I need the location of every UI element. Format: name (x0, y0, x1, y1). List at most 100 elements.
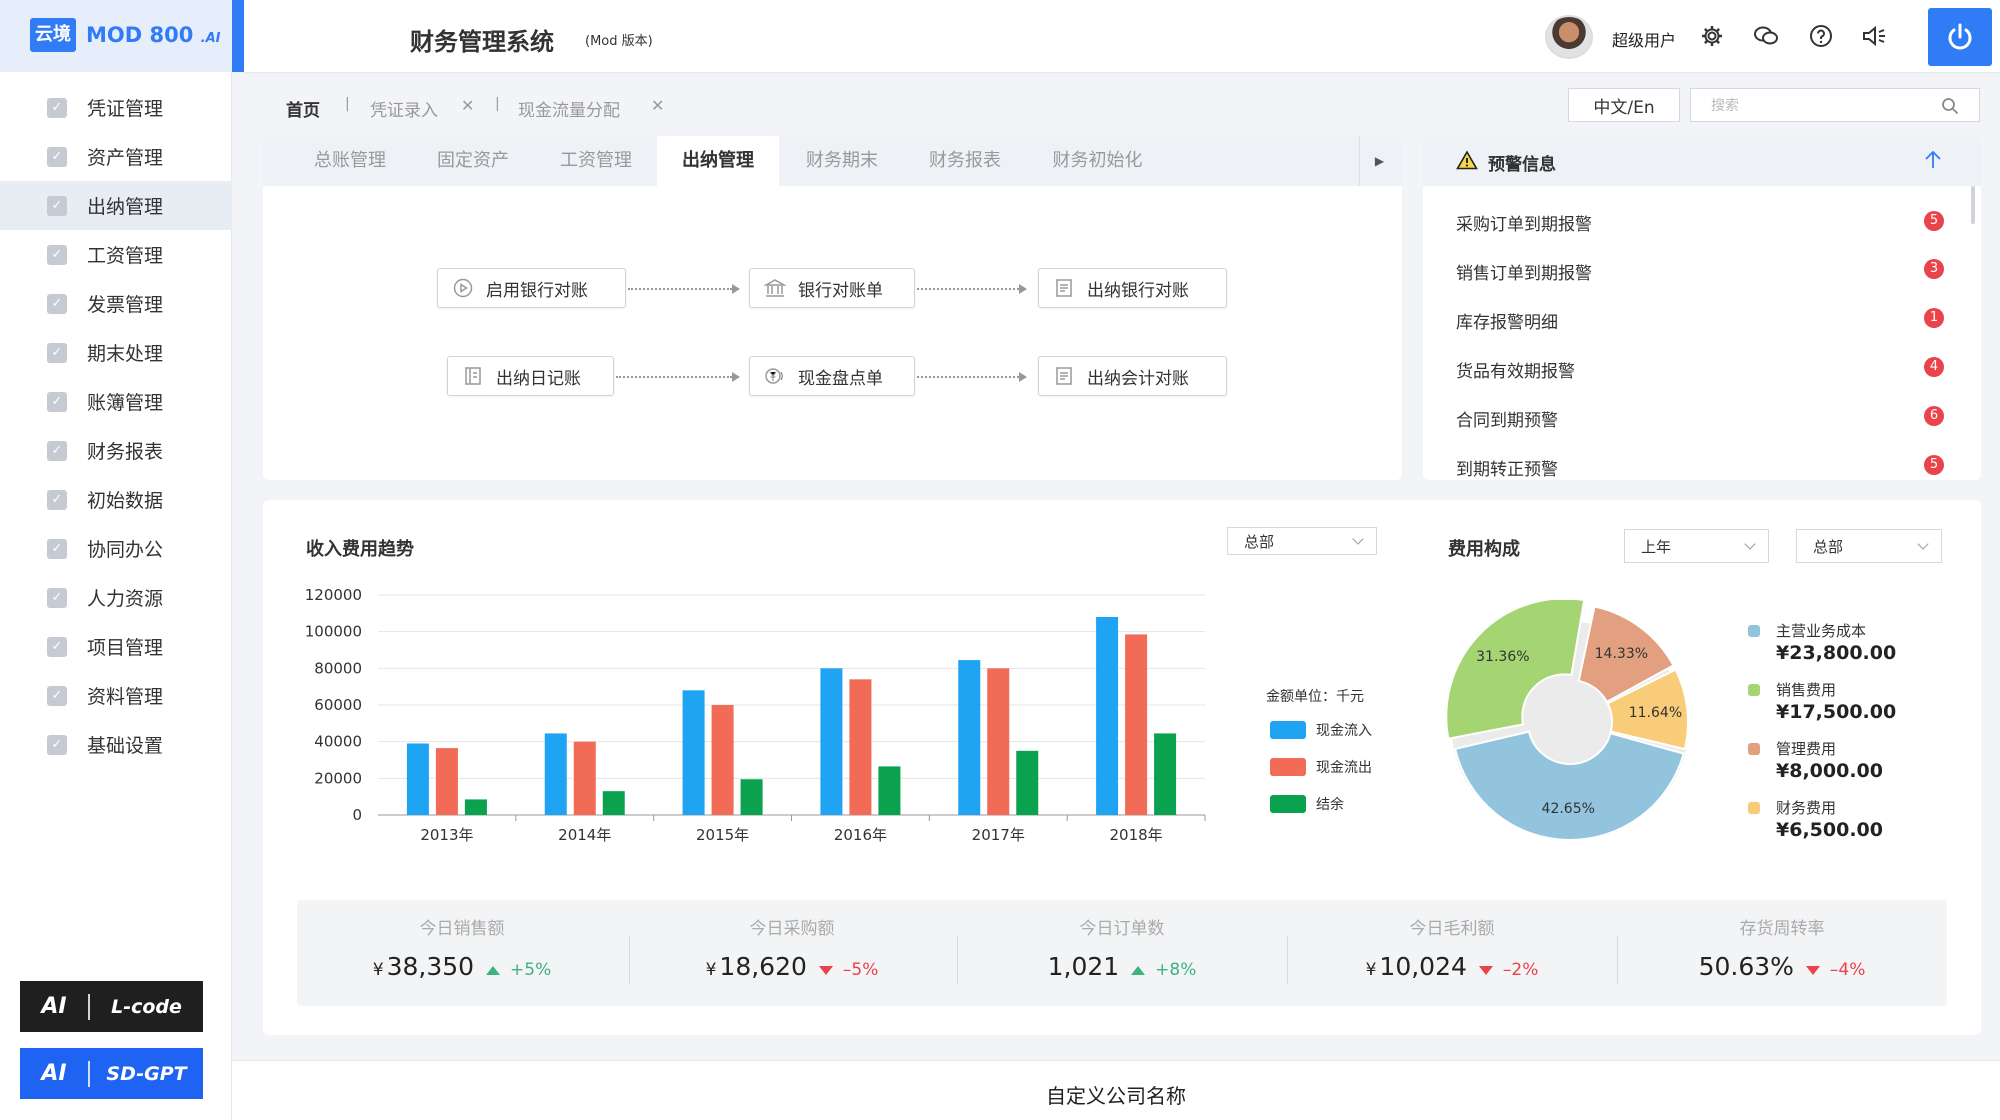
chevron-down-icon (1917, 538, 1929, 550)
flow-cashier-accounting-reconcile[interactable]: 出纳会计对账 (1038, 356, 1227, 396)
breadcrumb-tab-cashflow[interactable]: 现金流量分配 (518, 96, 620, 121)
tab-reports[interactable]: 财务报表 (900, 136, 1030, 186)
gear-icon[interactable] (1696, 20, 1728, 52)
alert-item[interactable]: 库存报警明细 (1456, 308, 1558, 333)
sidebar-item-cashier[interactable]: ✓ 出纳管理 (0, 181, 232, 230)
breadcrumb-tab-voucher[interactable]: 凭证录入 (370, 96, 438, 121)
power-button[interactable] (1928, 8, 1992, 66)
dept-select[interactable]: 总部 (1227, 527, 1377, 555)
legend-swatch (1270, 795, 1306, 813)
bar-inflow (682, 690, 705, 815)
journal-icon (462, 366, 484, 386)
user-name[interactable]: 超级用户 (1612, 27, 1676, 51)
sidebar-item-invoice[interactable]: ✓ 发票管理 (0, 279, 232, 328)
alert-title: 预警信息 (1488, 155, 1556, 175)
sidebar-item-collab[interactable]: ✓ 协同办公 (0, 524, 232, 573)
sidebar-item-hr[interactable]: ✓ 人力资源 (0, 573, 232, 622)
tab-salary[interactable]: 工资管理 (531, 136, 661, 186)
sidebar-item-voucher[interactable]: ✓ 凭证管理 (0, 83, 232, 132)
stat-change-down: –2% (1478, 960, 1539, 980)
logo-name-text: MOD 800 (86, 23, 194, 47)
language-button[interactable]: 中文/En (1568, 88, 1680, 122)
flow-enable-bank-reconcile[interactable]: 启用银行对账 (437, 268, 626, 308)
legend-dot (1748, 802, 1760, 814)
speaker-icon[interactable] (1858, 20, 1890, 52)
breadcrumb-separator: | (345, 96, 350, 112)
alert-item[interactable]: 合同到期预警 (1456, 406, 1558, 431)
sidebar-item-reports[interactable]: ✓ 财务报表 (0, 426, 232, 475)
period-select[interactable]: 上年 (1624, 529, 1769, 563)
flow-cash-count[interactable]: 现金盘点单 (749, 356, 915, 396)
sidebar-item-assets[interactable]: ✓ 资产管理 (0, 132, 232, 181)
tab-general-ledger[interactable]: 总账管理 (285, 136, 415, 186)
arrow-down-icon (1805, 966, 1820, 975)
wechat-icon[interactable] (1750, 20, 1782, 52)
bar-balance (1016, 750, 1039, 815)
app-subtitle: (Mod 版本) (585, 34, 653, 49)
pie-percent-label: 11.64% (1629, 705, 1682, 721)
stat-value: 1,021 (1047, 952, 1120, 981)
legend-swatch (1270, 758, 1306, 776)
pie-legend-value: ¥23,800.00 (1776, 642, 1897, 664)
help-icon[interactable] (1805, 20, 1837, 52)
pie-percent-label: 14.33% (1595, 646, 1648, 662)
flow-cash-journal[interactable]: 出纳日记账 (447, 356, 614, 396)
close-icon[interactable]: ✕ (461, 96, 474, 115)
bar-inflow (544, 733, 567, 815)
alert-item[interactable]: 销售订单到期报警 (1456, 259, 1592, 284)
flow-bank-statement[interactable]: 银行对账单 (749, 268, 915, 308)
alert-item[interactable]: 采购订单到期报警 (1456, 210, 1592, 235)
ai-lcode-button[interactable]: AI L-code (20, 981, 203, 1032)
stat-value: 18,620 (719, 952, 807, 981)
ai-button-name: SD-GPT (106, 1062, 187, 1085)
pie-legend-value: ¥17,500.00 (1776, 701, 1897, 723)
stat-change-up: +5% (486, 960, 551, 980)
tab-scroll-right-icon[interactable]: ▶ (1359, 136, 1399, 186)
sidebar-item-label: 期末处理 (87, 343, 164, 365)
tab-fixed-assets[interactable]: 固定资产 (408, 136, 538, 186)
close-icon[interactable]: ✕ (651, 96, 664, 115)
sidebar-item-period-end[interactable]: ✓ 期末处理 (0, 328, 232, 377)
cost-pie-chart: 42.65% 31.36% 14.33% 11.64% (1445, 600, 1689, 840)
sidebar-item-salary[interactable]: ✓ 工资管理 (0, 230, 232, 279)
x-tick-label: 2018年 (1109, 826, 1162, 844)
sidebar-item-ledger[interactable]: ✓ 账簿管理 (0, 377, 232, 426)
checkbox-icon: ✓ (47, 342, 67, 363)
flow-label: 启用银行对账 (486, 280, 588, 301)
sidebar-item-projects[interactable]: ✓ 项目管理 (0, 622, 232, 671)
sidebar-item-documents[interactable]: ✓ 资料管理 (0, 671, 232, 720)
checkbox-icon: ✓ (47, 244, 67, 265)
checkbox-icon: ✓ (47, 538, 67, 559)
stat-value: 50.63% (1698, 952, 1794, 981)
legend-item-balance: 结余 (1270, 794, 1344, 814)
checkbox-icon: ✓ (47, 293, 67, 314)
avatar[interactable] (1545, 15, 1593, 59)
search-input[interactable]: 搜索 (1690, 88, 1980, 122)
stat-value: 10,024 (1379, 952, 1467, 981)
arrow-up-icon[interactable] (1924, 150, 1942, 170)
alert-item[interactable]: 货品有效期报警 (1456, 357, 1575, 382)
bar-inflow (820, 668, 843, 815)
ai-sdgpt-button[interactable]: AI SD-GPT (20, 1048, 203, 1099)
sidebar-item-label: 资产管理 (87, 147, 164, 169)
sidebar-item-initial-data[interactable]: ✓ 初始数据 (0, 475, 232, 524)
income-chart-title: 收入费用趋势 (306, 539, 414, 560)
alert-count-badge: 6 (1924, 406, 1944, 426)
module-panel (263, 136, 1402, 480)
search-icon[interactable] (1941, 97, 1959, 115)
tab-cashier[interactable]: 出纳管理 (657, 136, 779, 186)
cost-dept-select[interactable]: 总部 (1796, 529, 1942, 563)
y-tick-label: 60000 (314, 696, 362, 714)
breadcrumb-home[interactable]: 首页 (286, 96, 320, 121)
flow-cashier-bank-reconcile[interactable]: 出纳银行对账 (1038, 268, 1227, 308)
stat-orders: 今日订单数 1,021 +8% (957, 900, 1287, 1006)
bar-balance (1154, 733, 1177, 815)
stat-change: –2% (1502, 960, 1539, 980)
tab-init[interactable]: 财务初始化 (1030, 136, 1165, 186)
sidebar-item-settings[interactable]: ✓ 基础设置 (0, 720, 232, 769)
stat-sales: 今日销售额 ¥38,350 +5% (297, 900, 627, 1006)
alert-scrollbar[interactable] (1971, 186, 1975, 224)
tab-period-end[interactable]: 财务期末 (777, 136, 907, 186)
stat-turnover: 存货周转率 50.63% –4% (1617, 900, 1947, 1006)
alert-item[interactable]: 到期转正预警 (1456, 455, 1558, 480)
